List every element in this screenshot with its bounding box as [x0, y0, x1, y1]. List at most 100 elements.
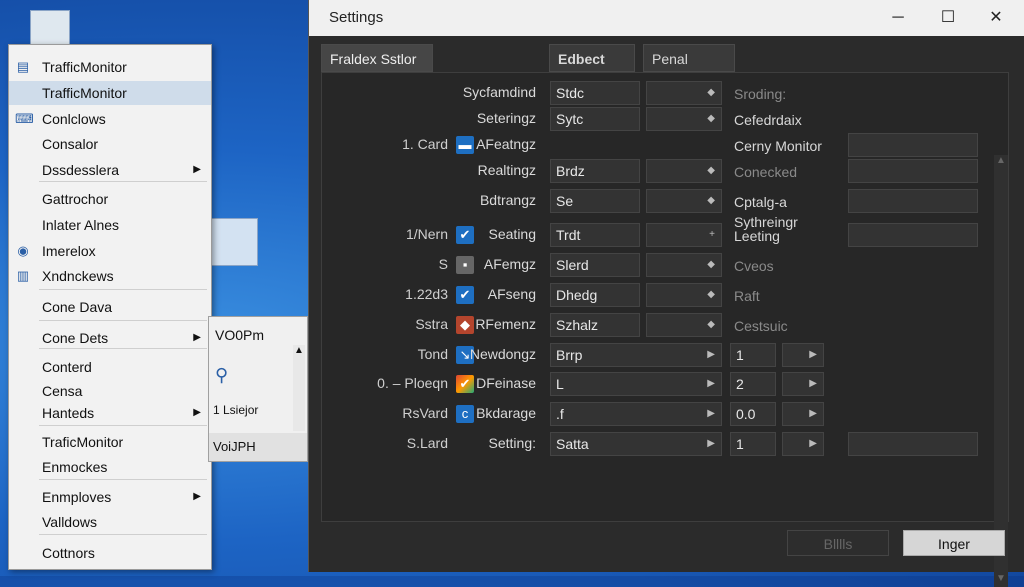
context-menu-item[interactable]: Hanteds ▶ — [9, 401, 211, 425]
setting-field[interactable]: Szhalz — [550, 313, 640, 337]
extra-field[interactable] — [848, 432, 978, 456]
setting-field-value: Dhedg — [556, 287, 598, 303]
extra-field[interactable] — [848, 223, 978, 247]
setting-option: Cestsuic — [734, 318, 788, 334]
chevron-right-icon: ▶ — [809, 408, 817, 419]
number-value: 0.0 — [736, 406, 756, 422]
vertical-scrollbar[interactable]: ▲ ▼ — [994, 155, 1008, 587]
desktop-shortcut-middle[interactable] — [210, 218, 258, 266]
tab-main[interactable]: Fraldex Sstlor — [321, 44, 433, 72]
stepper-field[interactable]: ▶ — [782, 343, 824, 367]
extra-field[interactable] — [848, 159, 978, 183]
context-menu-item[interactable]: Enmockes — [9, 455, 211, 479]
settings-panel: ▲ ▼ Sycfamdind Stdc ◆ Sroding: Seteringz Sytc… — [321, 72, 1009, 587]
settings-window: Settings ─ ☐ ✕ Fraldex Sstlor Edbect Pen… — [308, 0, 1024, 587]
number-field[interactable]: 1 — [730, 343, 776, 367]
context-menu-item[interactable]: Consalor — [9, 132, 211, 156]
setting-field[interactable]: Sytc — [550, 107, 640, 131]
context-menu-label: Enmploves — [42, 489, 112, 505]
setting-option: Sroding: — [734, 86, 787, 102]
dropdown-arrow-icon: ◆ — [707, 289, 715, 300]
blue-c-icon[interactable]: c — [456, 405, 474, 423]
secondary-dropdown[interactable]: ◆ — [646, 159, 722, 183]
setting-field[interactable]: Trdt — [550, 223, 640, 247]
context-menu-label: Enmockes — [42, 459, 108, 475]
secondary-dropdown[interactable]: ◆ — [646, 283, 722, 307]
multicolor-check-icon[interactable]: ✔ — [456, 375, 474, 393]
context-menu-label: Cone Dava — [42, 299, 113, 315]
context-menu-item[interactable]: ▥ Xndnckews — [9, 264, 211, 288]
scroll-up-icon[interactable]: ▲ — [994, 155, 1008, 169]
context-menu-item[interactable]: Cone Dets ▶ — [9, 326, 211, 350]
secondary-dropdown[interactable]: ◆ — [646, 253, 722, 277]
checked-icon[interactable]: ✔ — [456, 286, 474, 304]
dropdown-arrow-icon: ◆ — [707, 87, 715, 98]
tab-penal[interactable]: Penal — [643, 44, 735, 72]
extra-field[interactable] — [848, 133, 978, 157]
secondary-dropdown[interactable]: ◆ — [646, 313, 722, 337]
context-menu-item[interactable]: TraficMonitor — [9, 430, 211, 454]
apply-button[interactable]: Blllls — [787, 530, 889, 556]
context-menu-item[interactable]: Censa — [9, 379, 211, 403]
number-field[interactable]: 2 — [730, 372, 776, 396]
extra-field[interactable] — [848, 189, 978, 213]
blue-bar-icon[interactable]: ▬ — [456, 136, 474, 154]
secondary-dropdown[interactable]: ◆ — [646, 107, 722, 131]
context-menu-item[interactable]: Inlater Alnes — [9, 213, 211, 237]
setting-prefix: RsVard — [402, 405, 448, 421]
number-field[interactable]: 0.0 — [730, 402, 776, 426]
setting-label: AFemgz — [483, 256, 536, 272]
network-icon — [210, 218, 258, 266]
context-menu-item[interactable]: TrafficMonitor — [9, 81, 211, 105]
context-menu-item[interactable]: Enmploves ▶ — [9, 485, 211, 509]
number-field[interactable]: 1 — [730, 432, 776, 456]
setting-field[interactable]: Brdz — [550, 159, 640, 183]
secondary-dropdown[interactable]: + — [646, 223, 722, 247]
context-menu-item[interactable]: ▤ TrafficMonitor — [9, 55, 211, 79]
scroll-down-icon[interactable]: ▼ — [994, 573, 1008, 587]
setting-field[interactable]: L ▶ — [550, 372, 722, 396]
ok-button[interactable]: Inger — [903, 530, 1005, 556]
context-menu-item[interactable]: Conterd — [9, 355, 211, 379]
context-menu-label: Inlater Alnes — [42, 217, 120, 233]
setting-field[interactable]: Se — [550, 189, 640, 213]
popup-label: 1 Lsiejor — [213, 403, 259, 417]
square-icon-icon[interactable]: ▪ — [456, 256, 474, 274]
context-menu-item[interactable]: Valldows — [9, 510, 211, 534]
context-menu-item[interactable]: ⌨ Conlclows — [9, 107, 211, 131]
secondary-dropdown[interactable]: ◆ — [646, 189, 722, 213]
setting-option: Cefedrdaix — [734, 112, 802, 128]
number-value: 1 — [736, 347, 744, 363]
tab-bar: Fraldex Sstlor Edbect Penal — [321, 44, 1013, 72]
maximize-button[interactable]: ☐ — [925, 0, 971, 36]
context-menu-item[interactable]: Gattrochor — [9, 187, 211, 211]
setting-label: Realtingz — [477, 162, 536, 178]
popup-footer[interactable]: VoiJPH — [209, 433, 307, 461]
stepper-field[interactable]: ▶ — [782, 372, 824, 396]
secondary-dropdown[interactable]: ◆ — [646, 81, 722, 105]
close-button[interactable]: ✕ — [973, 0, 1019, 36]
setting-field[interactable]: Stdc — [550, 81, 640, 105]
stepper-field[interactable]: ▶ — [782, 432, 824, 456]
setting-field[interactable]: Satta ▶ — [550, 432, 722, 456]
setting-field[interactable]: Slerd — [550, 253, 640, 277]
context-menu-item[interactable]: Cone Dava — [9, 295, 211, 319]
setting-field[interactable]: Brrp ▶ — [550, 343, 722, 367]
checked-icon[interactable]: ✔ — [456, 226, 474, 244]
setting-field-value: L — [556, 376, 564, 392]
stepper-field[interactable]: ▶ — [782, 402, 824, 426]
setting-field[interactable]: .f ▶ — [550, 402, 722, 426]
diamond-icon-icon[interactable]: ◆ — [456, 316, 474, 334]
keyboard-icon: ⌨ — [15, 111, 34, 126]
tab-edbect[interactable]: Edbect — [549, 44, 635, 72]
context-menu-item[interactable]: ◉ Imerelox — [9, 239, 211, 263]
setting-field[interactable]: Dhedg — [550, 283, 640, 307]
context-menu-label: Conterd — [42, 359, 92, 375]
popup-scrollbar[interactable]: ▲ — [293, 345, 305, 431]
chevron-right-icon: ▶ — [193, 407, 201, 418]
context-menu-item[interactable]: Dssdesslera ▶ — [9, 158, 211, 182]
chevron-right-icon: ▶ — [707, 438, 715, 449]
context-menu-item[interactable]: Cottnors — [9, 541, 211, 565]
minimize-button[interactable]: ─ — [875, 0, 921, 36]
menu-separator — [39, 348, 207, 349]
